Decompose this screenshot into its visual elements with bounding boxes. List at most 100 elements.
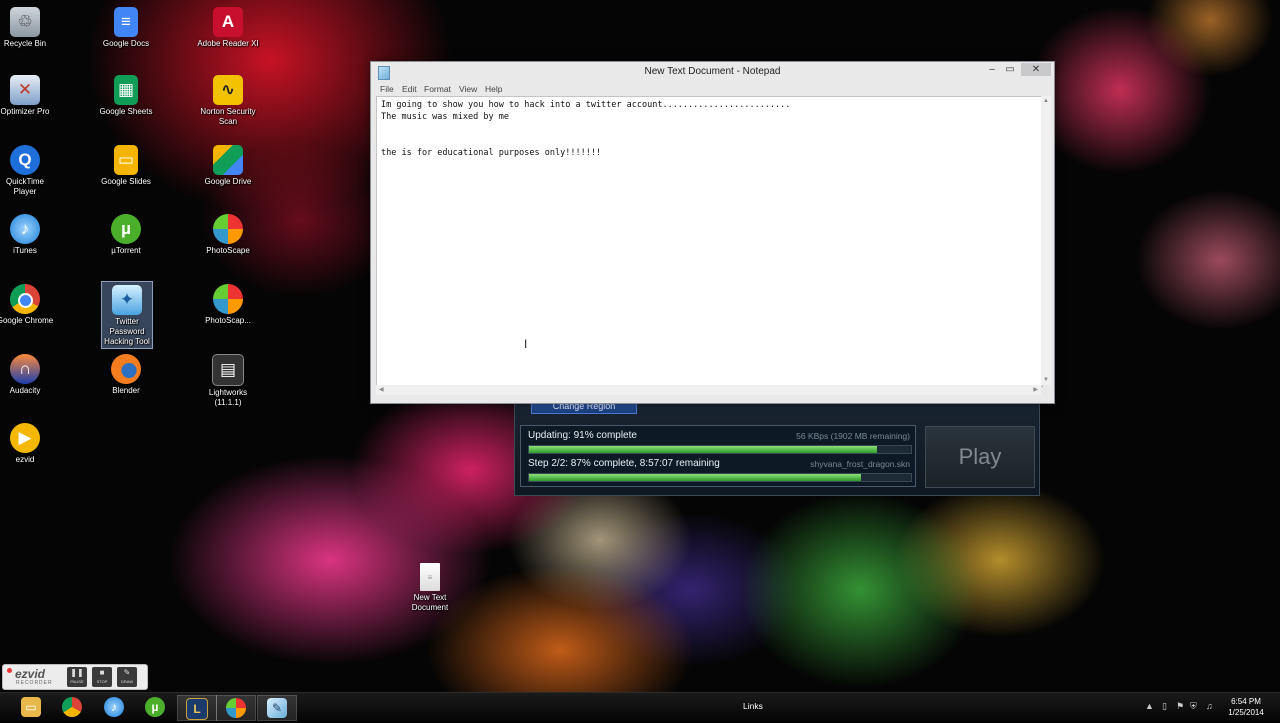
vertical-scrollbar[interactable]: ▲ ▼ [1041, 96, 1051, 385]
horizontal-scrollbar[interactable]: ◀ ▶ [376, 385, 1041, 395]
desktop-icon-adobe-reader[interactable]: A Adobe Reader XI [197, 4, 259, 49]
desktop-icon-label: µTorrent [111, 246, 141, 255]
draw-button[interactable]: ✎ DRAW [117, 667, 137, 687]
scroll-left-icon[interactable]: ◀ [379, 386, 384, 393]
desktop-icon-google-sheets[interactable]: ▦ Google Sheets [95, 72, 157, 117]
taskbar-chrome[interactable] [53, 695, 91, 719]
notepad-window: New Text Document - Notepad – ▭ ✕ File E… [370, 61, 1055, 404]
taskbar-game-launcher[interactable]: L [177, 695, 217, 721]
desktop: ♲ Recycle Bin ✕ Optimizer Pro Q QuickTim… [0, 0, 1280, 692]
volume-icon[interactable]: ♫ [1206, 701, 1213, 711]
taskbar-file-explorer[interactable]: ▭ [12, 695, 50, 719]
close-button[interactable]: ✕ [1021, 63, 1051, 76]
scroll-right-icon[interactable]: ▶ [1033, 386, 1038, 393]
step-file-detail: shyvana_frost_dragon.skn [810, 459, 910, 469]
text-cursor-icon: I [524, 337, 528, 351]
menu-help[interactable]: Help [485, 84, 502, 94]
menu-file[interactable]: File [380, 84, 394, 94]
taskbar-photoscape[interactable] [216, 695, 256, 721]
photoscape-icon [213, 284, 243, 314]
pen-icon: ✎ [123, 668, 131, 677]
desktop-icon-label: Optimizer Pro [0, 107, 50, 116]
step-progress-fill [529, 474, 862, 481]
clock-date[interactable]: 1/25/2014 [1220, 708, 1272, 717]
desktop-icon-label: iTunes [13, 246, 37, 255]
desktop-icon-recycle-bin[interactable]: ♲ Recycle Bin [0, 4, 56, 49]
desktop-icon-new-text-document[interactable]: ≡ New Text Document [399, 560, 461, 613]
shield-icon[interactable]: ⛨ [1190, 701, 1197, 712]
taskbar-utorrent[interactable]: µ [136, 695, 174, 719]
tool-icon: ✦ [112, 285, 142, 315]
desktop-icon-twitter-tool[interactable]: ✦ Twitter Password Hacking Tool [101, 281, 153, 349]
draw-label: DRAW [120, 679, 134, 684]
desktop-icon-utorrent[interactable]: µ µTorrent [95, 211, 157, 256]
links-toolbar[interactable]: Links [743, 701, 763, 711]
photoscape-icon [226, 698, 246, 718]
scroll-down-icon[interactable]: ▼ [1043, 377, 1049, 383]
pdf-icon: A [213, 7, 243, 37]
desktop-icon-optimizer-pro[interactable]: ✕ Optimizer Pro [0, 72, 56, 117]
clock-time[interactable]: 6:54 PM [1220, 697, 1272, 706]
headphones-icon: ∩ [10, 354, 40, 384]
desktop-icon-blender[interactable]: Blender [95, 351, 157, 396]
desktop-icon-norton[interactable]: ∿ Norton Security Scan [197, 72, 259, 127]
slides-icon: ▭ [114, 145, 138, 175]
update-progress-bar [528, 445, 912, 454]
record-indicator-icon [7, 668, 12, 673]
music-note-icon: ♪ [10, 214, 40, 244]
desktop-icon-google-docs[interactable]: ≡ Google Docs [95, 4, 157, 49]
pause-label: PAUSE [70, 679, 84, 684]
taskbar: ▭ ♪ µ L ✎ Links ▲ ▯ ⚑ ⛨ ♫ 6:54 PM 1/25/2… [0, 692, 1280, 721]
desktop-icon-label: Lightworks (11.1.1) [208, 388, 248, 407]
stop-button[interactable]: ■ STOP [92, 667, 112, 687]
play-button[interactable]: Play [925, 426, 1035, 488]
flag-icon[interactable]: ⚑ [1176, 701, 1184, 712]
desktop-icon-label: Audacity [9, 386, 41, 395]
desktop-icon-audacity[interactable]: ∩ Audacity [0, 351, 56, 396]
desktop-icon-lightworks[interactable]: ▤ Lightworks (11.1.1) [197, 351, 259, 408]
stop-label: STOP [96, 679, 108, 684]
taskbar-itunes[interactable]: ♪ [95, 695, 133, 719]
text-file-icon: ≡ [420, 563, 440, 591]
pause-button[interactable]: ❚❚ PAUSE [67, 667, 87, 687]
desktop-icon-label: Google Docs [102, 39, 150, 48]
desktop-icon-label: QuickTime Player [6, 177, 44, 196]
game-launcher-panel: Change Region Updating: 91% complete 56 … [514, 394, 1040, 496]
notepad-icon: ✎ [267, 698, 287, 718]
desktop-icon-google-drive[interactable]: Google Drive [197, 142, 259, 187]
desktop-icon-label: PhotoScape [206, 246, 250, 255]
menu-format[interactable]: Format [424, 84, 451, 94]
drive-icon [213, 145, 243, 175]
chrome-icon [10, 284, 40, 314]
utorrent-icon: µ [111, 214, 141, 244]
menu-edit[interactable]: Edit [402, 84, 417, 94]
desktop-icon-label: Norton Security Scan [200, 107, 256, 126]
desktop-icon-google-chrome[interactable]: Google Chrome [0, 281, 56, 326]
desktop-icon-label: Blender [112, 386, 140, 395]
desktop-icon-quicktime[interactable]: Q QuickTime Player [0, 142, 56, 197]
pause-icon: ❚❚ [70, 668, 84, 677]
music-note-icon: ♪ [104, 697, 124, 717]
desktop-icon-label: Google Sheets [99, 107, 153, 116]
maximize-button[interactable]: ▭ [1001, 63, 1019, 76]
notepad-titlebar[interactable]: New Text Document - Notepad – ▭ ✕ [371, 62, 1054, 82]
update-speed-detail: 56 KBps (1902 MB remaining) [796, 431, 910, 441]
update-progress-fill [529, 446, 877, 453]
phone-icon[interactable]: ▯ [1162, 701, 1167, 712]
desktop-icon-photoscape[interactable]: PhotoScape [197, 211, 259, 256]
desktop-icon-itunes[interactable]: ♪ iTunes [0, 211, 56, 256]
blender-icon [111, 354, 141, 384]
desktop-icon-google-slides[interactable]: ▭ Google Slides [95, 142, 157, 187]
desktop-icon-photoscape-2[interactable]: PhotoScap... [197, 281, 259, 326]
tray-overflow-icon[interactable]: ▲ [1145, 701, 1154, 711]
recorder-logo: ezvid [15, 667, 46, 681]
text-line: the is for educational purposes only!!!!… [381, 148, 602, 158]
scroll-up-icon[interactable]: ▲ [1043, 98, 1049, 104]
taskbar-notepad[interactable]: ✎ [257, 695, 297, 721]
film-icon: ▤ [212, 354, 244, 386]
menu-view[interactable]: View [459, 84, 477, 94]
desktop-icon-ezvid[interactable]: ▶ ezvid [0, 420, 56, 465]
text-editor-area[interactable]: Im going to show you how to hack into a … [376, 96, 1043, 387]
pulse-icon: ∿ [213, 75, 243, 105]
minimize-button[interactable]: – [983, 63, 1001, 76]
